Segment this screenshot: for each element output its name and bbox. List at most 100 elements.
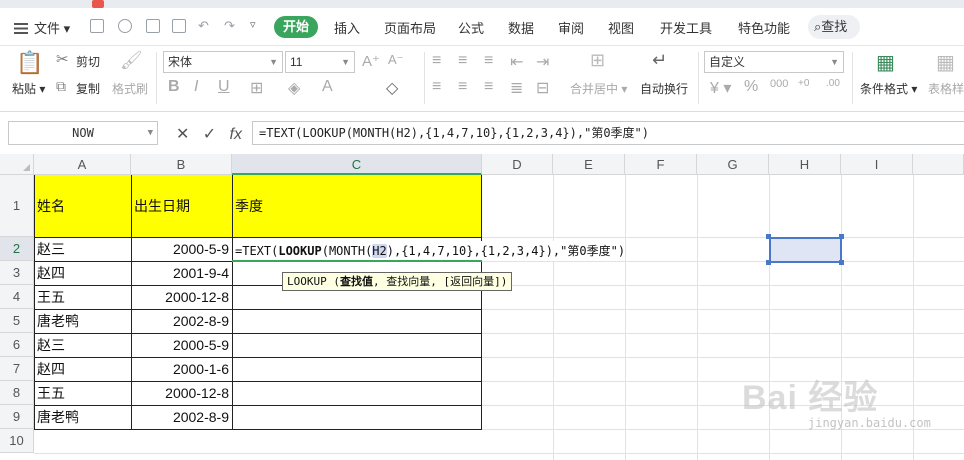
wrap-text-button[interactable]: 自动换行 (640, 80, 688, 97)
cell-b1[interactable]: 出生日期 (131, 175, 232, 237)
tab-formulas[interactable]: 公式 (458, 18, 484, 37)
row-header-10[interactable]: 10 (0, 429, 34, 453)
increase-font-icon[interactable]: A⁺ (362, 52, 380, 70)
quick-access-dropdown-icon[interactable]: ▿ (250, 18, 256, 31)
align-top-icon[interactable]: ≡ (432, 52, 441, 70)
justify-icon[interactable]: ≣ (510, 78, 523, 98)
italic-icon[interactable]: I (194, 78, 198, 96)
wrap-text-icon[interactable]: ↵ (652, 50, 667, 71)
align-middle-icon[interactable]: ≡ (458, 52, 467, 70)
preview-icon[interactable] (172, 19, 186, 33)
tab-insert[interactable]: 插入 (334, 18, 360, 37)
format-painter-icon[interactable]: 🖌 (120, 50, 143, 71)
cell-a8[interactable]: 王五 (34, 382, 131, 405)
redo-icon[interactable]: ↷ (224, 18, 235, 34)
cell-b8[interactable]: 2000-12-8 (131, 382, 232, 405)
row-header-5[interactable]: 5 (0, 309, 34, 333)
row-header-1[interactable]: 1 (0, 175, 34, 237)
format-painter-button[interactable]: 格式刷 (112, 80, 148, 97)
row-header-6[interactable]: 6 (0, 333, 34, 357)
tab-special-features[interactable]: 特色功能 (738, 18, 790, 37)
underline-icon[interactable]: U (218, 78, 230, 96)
cell-a5[interactable]: 唐老鸭 (34, 310, 131, 333)
cell-c1[interactable]: 季度 (232, 175, 481, 237)
row-header-7[interactable]: 7 (0, 357, 34, 381)
name-box[interactable]: NOW ▼ (8, 121, 158, 145)
align-bottom-icon[interactable]: ≡ (484, 52, 493, 70)
cell-b6[interactable]: 2000-5-9 (131, 334, 232, 357)
selection-handle[interactable] (766, 260, 771, 265)
clear-icon[interactable]: ◇ (386, 78, 398, 98)
row-header-9[interactable]: 9 (0, 405, 34, 429)
currency-icon[interactable]: ¥ ▾ (710, 78, 731, 98)
column-header-h[interactable]: H (769, 154, 841, 175)
cut-icon[interactable]: ✂ (56, 50, 69, 68)
save-icon[interactable] (90, 19, 104, 33)
font-color-icon[interactable]: A (322, 78, 333, 96)
indent-decrease-icon[interactable]: ⇤ (510, 52, 523, 72)
cell-a7[interactable]: 赵四 (34, 358, 131, 381)
align-center-icon[interactable]: ≡ (458, 78, 467, 96)
cell-a4[interactable]: 王五 (34, 286, 131, 309)
search-button[interactable]: ⌕查找 (808, 15, 860, 39)
indent-increase-icon[interactable]: ⇥ (536, 52, 549, 72)
font-name-select[interactable]: 宋体 ▼ (163, 51, 283, 73)
row-header-4[interactable]: 4 (0, 285, 34, 309)
cancel-icon[interactable]: ✕ (176, 126, 189, 143)
merge-center-button[interactable]: 合并居中 ▾ (570, 80, 627, 97)
table-style-icon[interactable]: ▦ (936, 50, 955, 75)
tab-developer[interactable]: 开发工具 (660, 18, 712, 37)
column-header-c[interactable]: C (232, 154, 482, 175)
font-size-select[interactable]: 11 ▼ (285, 51, 355, 73)
selection-handle[interactable] (839, 260, 844, 265)
table-style-button[interactable]: 表格样 (928, 80, 964, 97)
cell-b2[interactable]: 2000-5-9 (131, 238, 232, 261)
column-header-f[interactable]: F (625, 154, 697, 175)
cell-c2-editor[interactable]: =TEXT(LOOKUP(MONTH(H2),{1,4,7,10},{1,2,3… (234, 241, 626, 261)
decrease-decimal-icon[interactable]: .00 (826, 78, 840, 89)
cell-a1[interactable]: 姓名 (34, 175, 131, 237)
column-header-e[interactable]: E (553, 154, 625, 175)
tab-view[interactable]: 视图 (608, 18, 634, 37)
number-format-select[interactable]: 自定义 ▼ (704, 51, 844, 73)
fx-icon[interactable]: fx (230, 126, 242, 143)
file-menu[interactable]: 文件 ▾ (14, 18, 70, 37)
row-header-8[interactable]: 8 (0, 381, 34, 405)
bold-icon[interactable]: B (168, 78, 180, 96)
column-header-i[interactable]: I (841, 154, 913, 175)
confirm-icon[interactable]: ✓ (203, 126, 216, 143)
paste-button[interactable]: 粘贴 ▾ (12, 80, 45, 97)
column-header-a[interactable]: A (34, 154, 131, 175)
undo-icon[interactable]: ↶ (198, 18, 209, 34)
cell-b3[interactable]: 2001-9-4 (131, 262, 232, 285)
decrease-font-icon[interactable]: A⁻ (388, 52, 404, 68)
tab-review[interactable]: 审阅 (558, 18, 584, 37)
conditional-format-icon[interactable]: ▦ (876, 50, 895, 75)
copy-button[interactable]: 复制 (76, 80, 100, 97)
column-header-g[interactable]: G (697, 154, 769, 175)
cell-b9[interactable]: 2002-8-9 (131, 406, 232, 429)
align-right-icon[interactable]: ≡ (484, 78, 493, 96)
selection-handle[interactable] (839, 234, 844, 239)
column-header-extra[interactable] (913, 154, 964, 175)
print-icon[interactable] (146, 19, 160, 33)
paste-icon[interactable]: 📋 (16, 50, 43, 76)
tab-data[interactable]: 数据 (508, 18, 534, 37)
tab-page-layout[interactable]: 页面布局 (384, 18, 436, 37)
merge-center-icon[interactable]: ⊞ (590, 50, 605, 71)
fill-color-icon[interactable]: ◈ (288, 78, 300, 98)
column-header-d[interactable]: D (482, 154, 553, 175)
percent-icon[interactable]: % (744, 78, 758, 96)
row-header-3[interactable]: 3 (0, 261, 34, 285)
cut-button[interactable]: 剪切 (76, 53, 100, 70)
column-header-b[interactable]: B (131, 154, 232, 175)
increase-decimal-icon[interactable]: +0 (798, 78, 809, 89)
select-all-corner[interactable] (0, 154, 34, 175)
formula-input[interactable]: =TEXT(LOOKUP(MONTH(H2),{1,4,7,10},{1,2,3… (252, 121, 964, 145)
referenced-cell-h2[interactable] (769, 237, 842, 263)
selection-handle[interactable] (766, 234, 771, 239)
row-header-2[interactable]: 2 (0, 237, 34, 261)
tab-start[interactable]: 开始 (274, 16, 318, 38)
share-icon[interactable] (118, 19, 132, 33)
cell-a9[interactable]: 唐老鸭 (34, 406, 131, 429)
